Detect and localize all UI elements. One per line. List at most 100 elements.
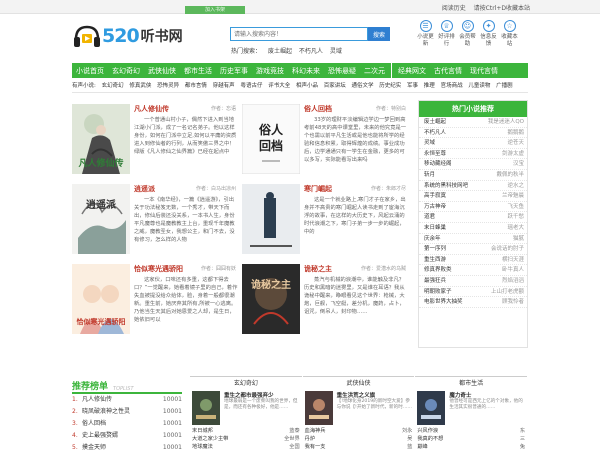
list-book[interactable]: 丹炉: [305, 435, 315, 443]
category-title[interactable]: 玄幻奇幻: [190, 377, 302, 391]
subnav-item[interactable]: 通俗文学: [352, 83, 374, 89]
subnav-item[interactable]: 玄幻奇幻: [102, 83, 124, 89]
quick-link-help[interactable]: ☺ 会员帮助: [457, 20, 478, 48]
subnav-item[interactable]: 历史纪实: [379, 83, 401, 89]
subnav-item[interactable]: 都市言情: [185, 83, 207, 89]
rank-title[interactable]: 史上最强赘婿: [82, 430, 163, 442]
book-card[interactable]: 寒门崛起 作者：朱郎才尽 这是一个就业路上,寒门才子在家乡，出身并不高贵的寒门崛…: [242, 180, 408, 260]
subnav-item[interactable]: 百家讲坛: [324, 83, 346, 89]
book-cover[interactable]: [417, 391, 446, 425]
list-item[interactable]: 末日蜂巢 瑶老大: [419, 223, 527, 234]
book-title[interactable]: 寒门崛起: [304, 184, 332, 194]
list-book[interactable]: 三: [520, 435, 525, 443]
list-book[interactable]: 末日城邦: [192, 427, 213, 435]
feature-title[interactable]: 重生之都市最强弃少: [224, 391, 274, 399]
list-item[interactable]: 灵域 逆苍天: [419, 138, 527, 149]
category-title[interactable]: 武侠仙侠: [303, 377, 415, 391]
nav-item-scifi[interactable]: 科幻未来: [288, 66, 324, 76]
list-item[interactable]: 丹炉 吴: [303, 435, 415, 443]
list-book[interactable]: 废土崛起: [424, 117, 446, 127]
feature-title[interactable]: 魔力奇士: [449, 391, 471, 399]
feature-title[interactable]: 重生洪荒之义旗: [337, 391, 376, 399]
book-card[interactable]: 恰似寒光遇骄阳 恰似寒光遇骄阳 作者：囧囧有妖 这家伙，口味还有多重，这都下得去…: [72, 260, 238, 340]
list-book[interactable]: 末日蜂巢: [424, 223, 446, 233]
hot-item[interactable]: 废土崛起: [268, 48, 292, 55]
nav-item-wuxia[interactable]: 武侠仙侠: [144, 66, 180, 76]
list-item[interactable]: 大道之家少主带 全世界: [190, 435, 302, 443]
subnav-item[interactable]: 官场商战: [441, 83, 463, 89]
nav-item-home[interactable]: 小说首页: [72, 66, 108, 76]
nav-item-ancient-romance[interactable]: 古代言情: [430, 66, 466, 76]
book-cover[interactable]: 诡秘之主: [242, 264, 300, 334]
book-card[interactable]: 逍遥派 逍遥派 作者：白马出凉州 一本《南华经》，一篇《逍遥游》，引出关于功法秘…: [72, 180, 238, 260]
list-book[interactable]: 斩月: [424, 170, 435, 180]
rank-title[interactable]: 摸金天师: [82, 442, 163, 454]
list-item[interactable]: 系统的黑科技网吧 逆水之: [419, 181, 527, 192]
list-book[interactable]: 我真的不想: [417, 435, 443, 443]
list-book[interactable]: 永恒至尊: [424, 149, 446, 159]
list-item[interactable]: 血海神兵 刘永: [303, 427, 415, 435]
list-item[interactable]: 道君 跃千愁: [419, 212, 527, 223]
subnav-item[interactable]: 推理: [424, 83, 435, 89]
category-title[interactable]: 都市生活: [415, 377, 527, 391]
list-item[interactable]: 第一序列 会说话的肘子: [419, 244, 527, 255]
book-title[interactable]: 逍遥派: [134, 184, 155, 194]
category-feature[interactable]: 重生之都市最强弃少 地球最弱是一个废柴叫我的世界，但是，而还有各种极好，他是……: [190, 391, 302, 427]
book-title[interactable]: 诡秘之主: [304, 264, 332, 274]
list-item[interactable]: 永恒至尊 剑游太虚: [419, 149, 527, 160]
nav-item-urban[interactable]: 都市生活: [180, 66, 216, 76]
list-book[interactable]: 系统的黑科技网吧: [424, 181, 468, 191]
book-title[interactable]: 凡人修仙传: [134, 104, 169, 114]
site-logo[interactable]: 520 听书网: [72, 22, 183, 50]
nav-item-acg[interactable]: 二次元: [360, 66, 389, 76]
history-link[interactable]: 阅读历史: [442, 5, 466, 12]
category-feature[interactable]: 重生洪荒之义旗 【!地球化身2019的新时空大爱】参与你说【!开始了新时代，新的…: [303, 391, 415, 427]
list-book[interactable]: 大道之家少主带: [192, 435, 228, 443]
book-card[interactable]: 诡秘之主 诡秘之主 作者：爱潜水的乌贼 蒸汽与机械的浪潮中，谁能触及非凡？历史和…: [242, 260, 408, 340]
list-book[interactable]: 吴: [407, 435, 412, 443]
book-title[interactable]: 俗人回档: [304, 104, 332, 114]
list-book[interactable]: 电影世界大抽奖: [424, 297, 463, 307]
book-cover[interactable]: [242, 184, 300, 254]
quick-link-feedback[interactable]: ✦ 信息反馈: [478, 20, 499, 48]
list-item[interactable]: 废土崛起 我是迷迷人QO: [419, 117, 527, 128]
quick-link-ranking[interactable]: ♕ 好评排行: [436, 20, 457, 48]
nav-item-games[interactable]: 游戏竞技: [252, 66, 288, 76]
toplist-row[interactable]: 4. 史上最强赘婿 10001: [72, 430, 182, 442]
book-cover[interactable]: 逍遥派: [72, 184, 130, 254]
list-item[interactable]: 最强狂兵 烈焰滔滔: [419, 276, 527, 287]
rank-title[interactable]: 俗人回档: [82, 418, 163, 430]
list-book[interactable]: 重生西游: [424, 255, 446, 265]
book-title[interactable]: 恰似寒光遇骄阳: [134, 264, 183, 274]
list-book[interactable]: 兴风作浪: [417, 427, 438, 435]
list-item[interactable]: 重生西游 横扫天涯: [419, 255, 527, 266]
list-item[interactable]: 万古神帝 飞天鱼: [419, 202, 527, 213]
list-book[interactable]: 东: [520, 427, 525, 435]
list-book[interactable]: 修真界败类: [424, 265, 452, 275]
subnav-item[interactable]: 恐怖灵异: [157, 83, 179, 89]
list-book[interactable]: 移动藏经阁: [424, 159, 452, 169]
hot-item[interactable]: 灵域: [330, 48, 342, 55]
list-item[interactable]: 庆余年 猫腻: [419, 234, 527, 245]
subnav-item[interactable]: 粤语古仔: [240, 83, 262, 89]
list-book[interactable]: 刘永: [402, 427, 412, 435]
hot-item[interactable]: 不朽凡人: [299, 48, 323, 55]
list-book[interactable]: 第一序列: [424, 244, 446, 254]
list-book[interactable]: 蓝泰: [289, 427, 299, 435]
list-book[interactable]: 灵域: [424, 138, 435, 148]
top-tab[interactable]: 加入书架: [185, 6, 245, 14]
subnav-item[interactable]: 军事: [407, 83, 418, 89]
subnav-item[interactable]: 相声小品: [296, 83, 318, 89]
nav-item-horror[interactable]: 恐怖悬疑: [324, 66, 360, 76]
list-book[interactable]: 血海神兵: [305, 427, 326, 435]
list-book[interactable]: 高手寂寞: [424, 191, 446, 201]
list-item[interactable]: 我真的不想 三: [415, 435, 527, 443]
subnav-item[interactable]: 儿童读物: [468, 83, 490, 89]
nav-item-fantasy[interactable]: 玄幻奇幻: [108, 66, 144, 76]
book-card[interactable]: 凡人修仙传 凡人修仙传 作者：忘语 一个普通山村小子，偶然下进入到当地江湖小门派…: [72, 100, 238, 180]
nav-item-history[interactable]: 历史军事: [216, 66, 252, 76]
subnav-item[interactable]: 评书大全: [268, 83, 290, 89]
toplist-row[interactable]: 5. 摸金天师 10001: [72, 442, 182, 454]
list-item[interactable]: 修真界败类 卧牛真人: [419, 265, 527, 276]
list-item[interactable]: 移动藏经阁 汉宝: [419, 159, 527, 170]
